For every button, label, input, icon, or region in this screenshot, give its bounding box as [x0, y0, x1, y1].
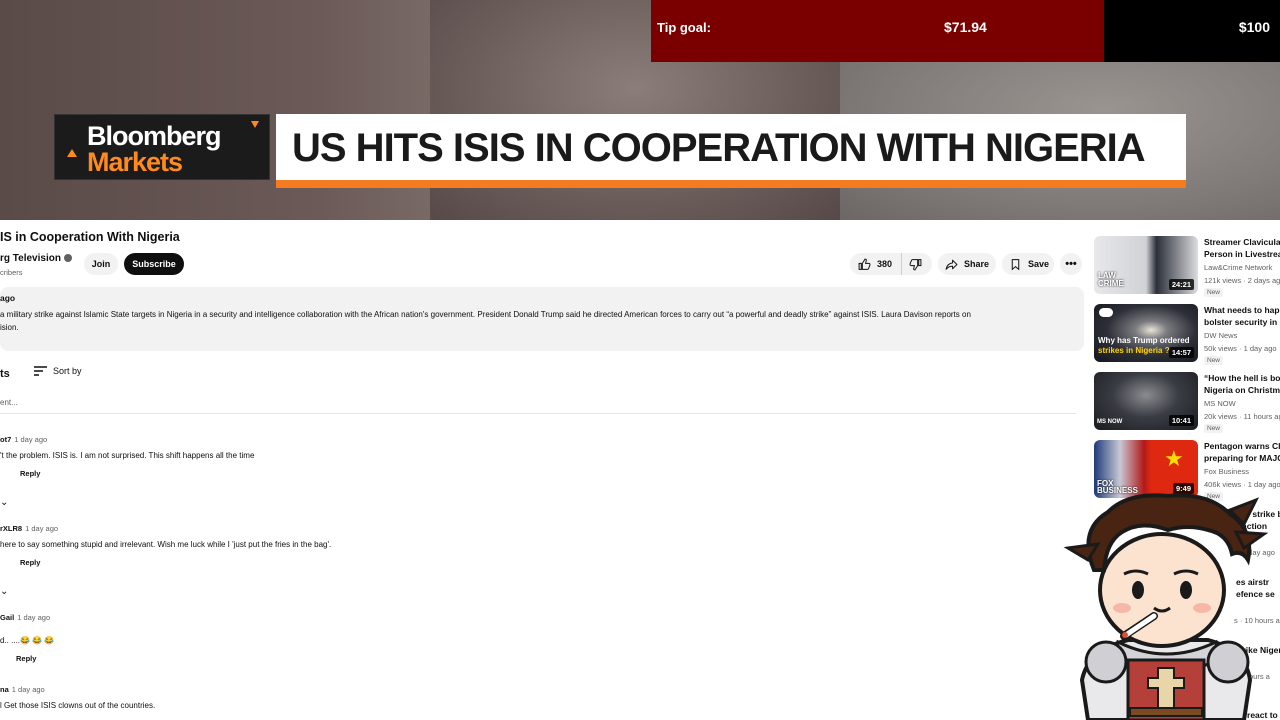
video-thumbnail[interactable]: MS NOW 10:41: [1094, 372, 1198, 430]
video-duration: 14:57: [1168, 347, 1194, 358]
video-title: What needs to happ bolster security in N: [1204, 305, 1280, 327]
like-button[interactable]: 380: [850, 253, 902, 275]
tip-goal-current: $71.94: [944, 19, 987, 35]
more-actions-button[interactable]: •••: [1060, 253, 1082, 275]
dw-logo-icon: [1099, 308, 1113, 317]
new-badge: New: [1204, 356, 1224, 365]
logo-triangle-icon: [67, 149, 77, 157]
comment: ot7 1 day ago 't the problem. ISIS is. I …: [0, 435, 254, 478]
save-label: Save: [1028, 259, 1050, 269]
join-button[interactable]: Join: [84, 253, 118, 275]
dislike-button[interactable]: [902, 258, 922, 271]
headline-text: US HITS ISIS IN COOPERATION WITH NIGERIA: [292, 126, 1146, 170]
sort-by-label: Sort by: [53, 366, 82, 376]
tip-goal-label: Tip goal:: [657, 20, 711, 35]
channel-name[interactable]: rg Television: [0, 253, 72, 264]
comment: na 1 day ago l Get those ISIS clowns out …: [0, 685, 155, 710]
comments-title: ts: [0, 368, 10, 380]
video-duration: 10:41: [1168, 415, 1194, 426]
thumbnail-logo: LAW CRIME: [1098, 271, 1124, 288]
reply-button[interactable]: Reply: [0, 654, 54, 663]
video-channel[interactable]: Law&Crime Network: [1204, 263, 1272, 272]
chevron-down-icon[interactable]: ⌄: [0, 586, 8, 597]
tip-goal-progress: [651, 0, 1104, 62]
share-label: Share: [964, 259, 990, 269]
video-thumbnail[interactable]: Why has Trump ordered strikes in Nigeria …: [1094, 304, 1198, 362]
video-title: “How the hell is bom Nigeria on Christma: [1204, 373, 1280, 395]
logo-triangle-icon: [251, 121, 259, 128]
comment-text: here to say something stupid and irrelev…: [0, 540, 332, 549]
comment-author[interactable]: rXLR8 1 day ago: [0, 524, 331, 533]
video-channel[interactable]: MS NOW: [1204, 399, 1236, 408]
recommended-video[interactable]: LAW CRIME 24:21 Streamer Clavicular Perso…: [1094, 236, 1280, 298]
recommended-video[interactable]: MS NOW 10:41 “How the hell is bom Nigeria…: [1094, 372, 1280, 434]
share-button[interactable]: Share: [938, 253, 996, 275]
comment-text: 't the problem. ISIS is. I am not surpri…: [0, 451, 255, 460]
comment-author[interactable]: Gail 1 day ago: [0, 613, 54, 622]
verified-icon: [63, 254, 72, 262]
description-text: a military strike against Islamic State …: [0, 310, 971, 319]
video-thumbnail[interactable]: LAW CRIME 24:21: [1094, 236, 1198, 294]
thumbs-up-icon: [858, 258, 871, 270]
comment-text: d.. ....😂 😂 😂: [0, 636, 55, 645]
tip-goal-target: $100: [1238, 19, 1270, 35]
video-title: IS in Cooperation With Nigeria: [0, 230, 180, 244]
video-player[interactable]: Tip goal: $71.94 $100 Bloomberg Markets …: [0, 0, 1280, 220]
comment-time: 1 day ago: [17, 613, 51, 622]
reply-button[interactable]: Reply: [0, 469, 254, 478]
video-views: 406k views · 1 day ago: [1204, 480, 1280, 489]
video-views: 121k views · 2 days ago: [1204, 276, 1280, 285]
logo-line2: Markets: [87, 147, 183, 177]
screen: Tip goal: $71.94 $100 Bloomberg Markets …: [0, 0, 1280, 720]
like-dislike-group: 380: [850, 253, 932, 275]
video-channel[interactable]: DW News: [1204, 331, 1237, 340]
video-title: Streamer ClavicularPerson in Livestream: [1204, 237, 1280, 259]
bloomberg-markets-logo: Bloomberg Markets: [54, 114, 270, 180]
streamer-avatar-overlay: [1063, 493, 1269, 720]
new-badge: New: [1204, 424, 1224, 433]
subscribe-button[interactable]: Subscribe: [124, 253, 184, 275]
video-title: Pentagon warns Ch preparing for MAJO: [1204, 441, 1280, 463]
subscriber-count: cribers: [0, 268, 23, 277]
recommended-video[interactable]: Why has Trump ordered strikes in Nigeria …: [1094, 304, 1280, 366]
comment-text: l Get those ISIS clowns out of the count…: [0, 701, 156, 710]
tip-goal-bar: Tip goal: $71.94 $100: [651, 0, 1280, 62]
thumbnail-logo: MS NOW: [1097, 419, 1123, 425]
bookmark-icon: [1011, 258, 1020, 270]
add-comment-input[interactable]: ent...: [0, 398, 18, 407]
new-badge: New: [1204, 288, 1224, 297]
sort-icon: [34, 366, 47, 376]
description-box[interactable]: ago a military strike against Islamic St…: [0, 287, 1084, 351]
description-text-continued: ision.: [0, 323, 19, 332]
sort-by-button[interactable]: Sort by: [34, 366, 82, 376]
comment: rXLR8 1 day ago here to say something stu…: [0, 524, 331, 567]
thumbs-down-icon: [909, 258, 922, 270]
upload-age: ago: [0, 293, 16, 303]
comment-time: 1 day ago: [25, 524, 59, 533]
video-views: 50k views · 1 day ago: [1204, 344, 1277, 353]
save-button[interactable]: Save: [1002, 253, 1054, 275]
comment-author[interactable]: ot7 1 day ago: [0, 435, 254, 444]
comment-author[interactable]: na 1 day ago: [0, 685, 155, 694]
comment-input-underline: [0, 413, 1076, 414]
video-views: 20k views · 11 hours ag: [1204, 412, 1280, 421]
reply-button[interactable]: Reply: [0, 558, 331, 567]
chevron-down-icon[interactable]: ⌄: [0, 497, 8, 508]
star-icon: ★: [1164, 446, 1184, 471]
logo-line1: Bloomberg: [87, 121, 222, 151]
lower-third-headline: US HITS ISIS IN COOPERATION WITH NIGERIA: [276, 114, 1186, 188]
video-duration: 24:21: [1168, 279, 1194, 290]
video-channel[interactable]: Fox Business: [1204, 467, 1249, 476]
share-icon: [945, 259, 958, 270]
comment-time: 1 day ago: [14, 435, 48, 444]
comment: Gail 1 day ago d.. ....😂 😂 😂 Reply: [0, 613, 54, 663]
comment-time: 1 day ago: [11, 685, 45, 694]
like-count: 380: [877, 259, 893, 269]
more-horizontal-icon: •••: [1065, 258, 1077, 270]
